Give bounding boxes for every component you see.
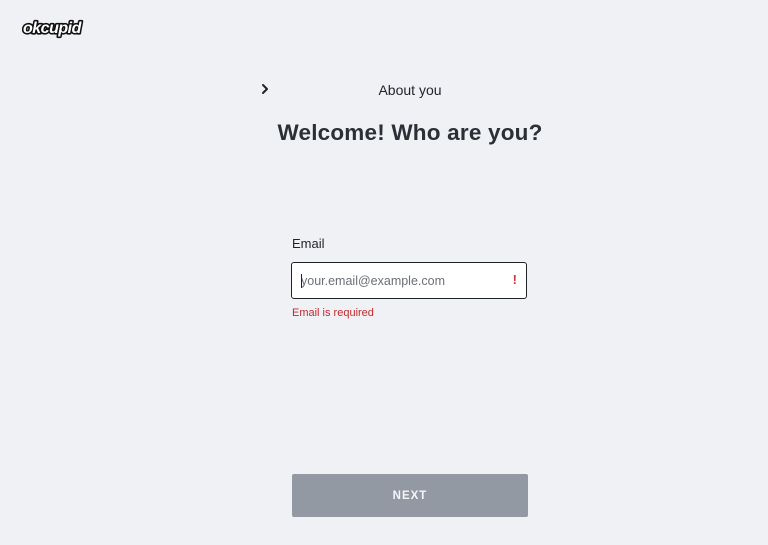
next-button[interactable]: NEXT — [292, 474, 528, 517]
step-title: About you — [378, 82, 442, 98]
text-cursor — [301, 274, 302, 288]
back-button[interactable] — [256, 80, 274, 98]
email-field-container[interactable]: ! — [291, 262, 527, 299]
email-error-message: Email is required — [292, 307, 374, 319]
chevron-right-icon — [262, 84, 268, 94]
email-label: Email — [292, 236, 325, 251]
okcupid-logo-icon: okcupid — [22, 18, 85, 38]
email-input[interactable] — [292, 263, 506, 298]
okcupid-logo[interactable]: okcupid — [22, 16, 90, 40]
error-alert-icon: ! — [512, 272, 517, 287]
logo-wordmark: okcupid — [23, 20, 83, 37]
page-title: Welcome! Who are you? — [277, 120, 543, 145]
